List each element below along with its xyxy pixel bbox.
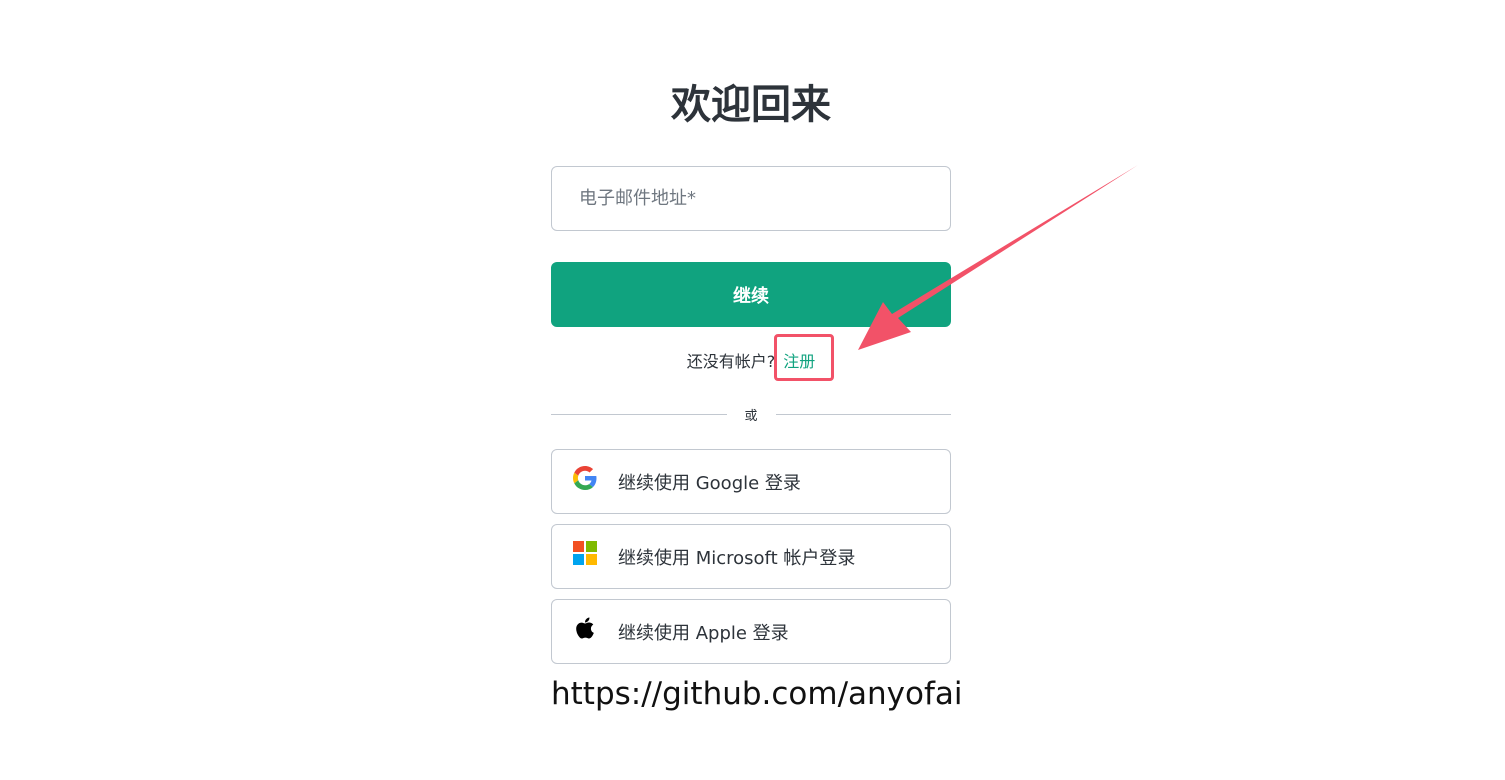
apple-login-label: 继续使用 Apple 登录 <box>618 622 789 644</box>
continue-button[interactable]: 继续 <box>551 262 951 327</box>
google-login-button[interactable]: 继续使用 Google 登录 <box>551 449 951 514</box>
email-field[interactable] <box>551 166 951 231</box>
divider-text: 或 <box>744 408 758 424</box>
or-divider: 或 <box>551 403 952 425</box>
microsoft-icon <box>572 540 598 566</box>
page-title: 欢迎回来 <box>671 82 831 128</box>
google-login-label: 继续使用 Google 登录 <box>618 472 801 494</box>
microsoft-login-button[interactable]: 继续使用 Microsoft 帐户登录 <box>551 524 951 589</box>
footer-url: https://github.com/anyofai <box>551 676 963 712</box>
google-icon <box>572 465 598 491</box>
divider-line-right <box>775 413 952 415</box>
signup-link[interactable]: 注册 <box>783 348 815 372</box>
microsoft-login-label: 继续使用 Microsoft 帐户登录 <box>618 547 856 569</box>
signup-row: 还没有帐户? 注册 <box>551 346 951 374</box>
apple-icon <box>572 615 598 641</box>
login-page: 欢迎回来 继续 还没有帐户? 注册 或 继续使用 Google 登录 <box>0 0 1505 780</box>
apple-login-button[interactable]: 继续使用 Apple 登录 <box>551 599 951 664</box>
divider-line-left <box>551 413 727 415</box>
signup-prompt: 还没有帐户? <box>686 352 776 371</box>
